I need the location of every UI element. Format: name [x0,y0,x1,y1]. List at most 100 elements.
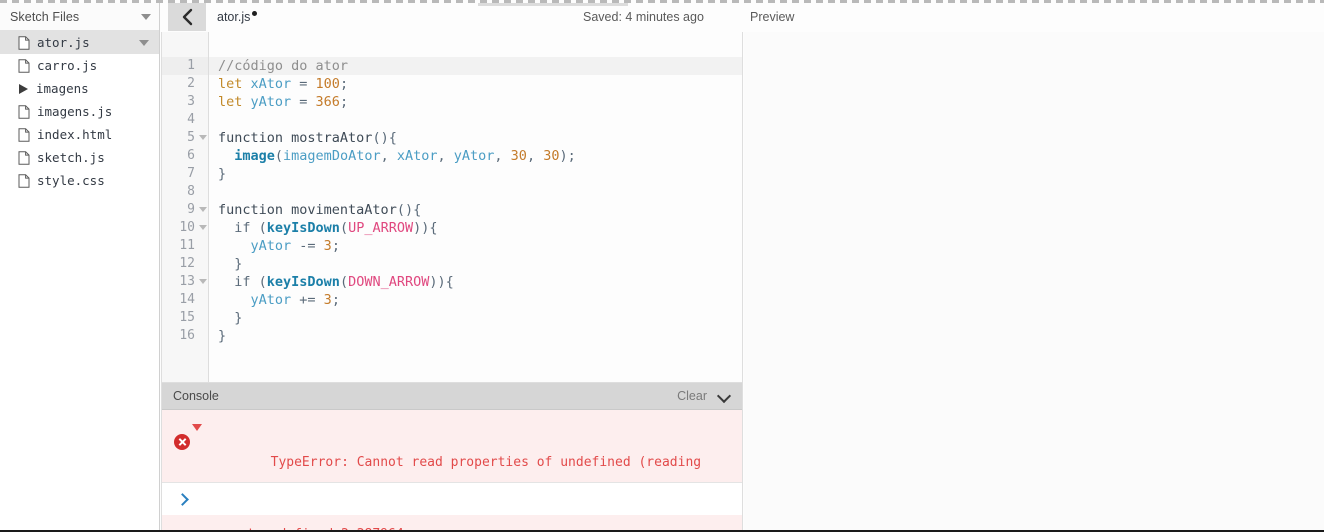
code-line-11[interactable]: yAtor -= 3; [218,237,742,255]
line-number-10: 10 [162,219,208,237]
code-token: = [291,76,316,92]
code-token: xAtor [396,148,438,164]
error-circle-icon [174,434,190,450]
saved-status: Saved: 4 minutes ago [583,10,704,24]
code-token: (){ [396,202,422,218]
code-line-12[interactable]: } [218,255,742,273]
code-line-5[interactable]: function mostraAtor(){ [218,129,742,147]
file-icon [18,104,30,119]
code-line-1[interactable]: //código do ator [209,57,742,75]
code-line-10[interactable]: if (keyIsDown(UP_ARROW)){ [218,219,742,237]
file-list-item-sketch-js[interactable]: sketch.js [0,146,159,169]
folder-expand-icon[interactable] [19,83,28,94]
file-list-item-index-html[interactable]: index.html [0,123,159,146]
code-token: let [218,76,251,92]
code-fold-triangle-icon[interactable] [199,225,207,230]
unsaved-changes-dot [252,11,258,16]
line-number-11: 11 [179,238,195,253]
p5-web-editor: Sketch Files ator.js carro.js imagens image… [0,0,1324,532]
file-list: ator.js carro.js imagens imagens.js index.ht… [0,31,159,192]
line-number-16: 16 [179,328,195,343]
code-token: ( [339,220,349,236]
code-token: if ( [218,274,267,290]
file-list-item-imagens-js[interactable]: imagens.js [0,100,159,123]
code-line-7[interactable]: } [218,165,742,183]
code-line-9[interactable]: function movimentaAtor(){ [218,201,742,219]
file-name-label: carro.js [37,58,98,73]
console-input[interactable] [197,490,742,508]
code-token: (){ [372,130,397,146]
code-line-15[interactable]: } [218,309,742,327]
code-line-14[interactable]: yAtor += 3; [218,291,742,309]
code-fold-triangle-icon[interactable] [199,207,207,212]
code-line-2[interactable]: let xAtor = 100; [218,75,742,93]
line-number-2: 2 [187,76,195,91]
code-token: 3 [323,292,332,308]
code-token: ); [559,148,576,164]
code-token: , [437,148,454,164]
code-editor-panel[interactable]: 1 2 3 4 5 6 7 8 9 10 11 12 13 14 15 16 //código do ator… [161,32,743,383]
code-line-8[interactable] [218,183,742,201]
code-token: } [218,310,243,326]
code-token: if ( [218,220,267,236]
code-token: keyIsDown [266,274,340,290]
code-token: //código do ator [218,58,349,74]
open-file-name: ator.js [217,10,251,24]
file-icon [18,150,30,165]
code-token: function [218,130,292,146]
sketch-files-sidebar: Sketch Files ator.js carro.js imagens image… [0,3,160,532]
back-button[interactable] [168,3,206,31]
code-token: } [218,256,243,272]
file-list-item-style-css[interactable]: style.css [0,169,159,192]
code-token: = [291,94,316,110]
console-header: Console Clear [162,383,742,410]
preview-label[interactable]: Preview [750,3,794,31]
file-name-label: imagens.js [37,104,113,119]
file-icon [18,35,30,50]
line-number-8: 8 [187,184,195,199]
code-fold-triangle-icon[interactable] [199,279,207,284]
file-list-item-imagens[interactable]: imagens [0,77,159,100]
file-icon [18,58,30,73]
code-token: function [218,202,292,218]
line-number-3: 3 [187,94,195,109]
code-token: )){ [413,220,438,236]
file-icon [18,127,30,142]
code-area[interactable]: 1 2 3 4 5 6 7 8 9 10 11 12 13 14 15 16 //código do ator… [162,32,742,382]
code-fold-triangle-icon[interactable] [199,135,207,140]
console-clear-button[interactable]: Clear [677,389,707,403]
file-name-label: style.css [37,173,105,188]
line-number-7: 7 [187,166,195,181]
code-line-16[interactable]: } [218,327,742,345]
chevron-down-icon[interactable] [719,390,731,402]
code-token: yAtor [453,148,495,164]
line-number-14: 14 [179,292,195,307]
open-file-tab[interactable]: ator.js [217,3,258,31]
file-options-chevron-down-icon[interactable] [139,39,149,46]
file-list-item-carro-js[interactable]: carro.js [0,54,159,77]
code-token: } [218,166,227,182]
code-line-6[interactable]: image(imagemDoAtor, xAtor, yAtor, 30, 30… [218,147,742,165]
preview-region [744,32,1324,532]
code-token: yAtor [250,292,292,308]
code-token: ; [339,94,349,110]
code-token: ( [339,274,349,290]
file-icon [18,173,30,188]
console-input-row[interactable] [162,482,742,515]
code-line-13[interactable]: if (keyIsDown(DOWN_ARROW)){ [218,273,742,291]
file-list-item-ator-js[interactable]: ator.js [0,31,159,54]
code-line-4[interactable] [218,111,742,129]
sidebar-title: Sketch Files [10,9,80,24]
chevron-left-icon [182,8,192,26]
code-token: += [291,292,324,308]
code-line-3[interactable]: let yAtor = 366; [218,93,742,111]
code-token: 366 [315,94,340,110]
triangle-down-icon[interactable] [192,424,202,431]
chevron-down-icon[interactable] [141,13,151,20]
file-icon [18,150,30,165]
code-token: -= [291,238,324,254]
code-token: 30 [510,148,527,164]
sidebar-header: Sketch Files [0,3,159,31]
code-content[interactable]: //código do ator let xAtor = 100; let yAto… [209,32,742,382]
